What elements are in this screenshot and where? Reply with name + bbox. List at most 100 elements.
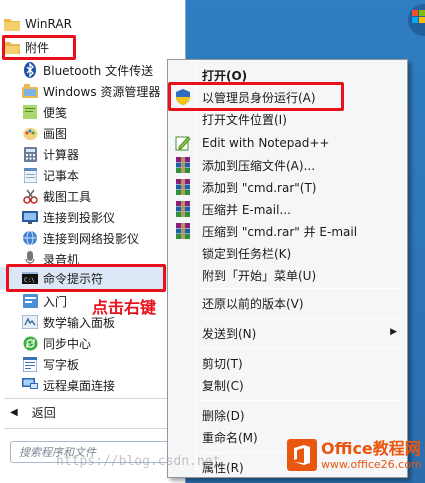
menu-item-cut[interactable]: 剪切(T) — [170, 352, 405, 374]
list-item-label: 连接到投影仪 — [43, 210, 116, 225]
wordpad-icon — [22, 356, 38, 372]
menu-item-label: 压缩到 "cmd.rar" 并 E-mail — [202, 224, 358, 239]
menu-item-label: 发送到(N) — [202, 326, 257, 341]
menu-item-pin-taskbar[interactable]: 锁定到任务栏(K) — [170, 242, 405, 264]
list-item-label: 记事本 — [43, 168, 80, 183]
menu-divider — [200, 348, 403, 349]
folder-winrar[interactable]: WinRAR — [0, 13, 186, 35]
list-item-calculator[interactable]: 计算器 — [0, 143, 186, 165]
watermark-url: https://blog.csdn.net — [56, 454, 221, 469]
menu-item-compress-email[interactable]: 压缩并 E-mail... — [170, 198, 405, 220]
menu-item-delete[interactable]: 删除(D) — [170, 404, 405, 426]
menu-item-run-as-admin[interactable]: 以管理员身份运行(A) — [170, 86, 405, 108]
menu-item-label: 还原以前的版本(V) — [202, 296, 304, 311]
list-item-label: 远程桌面连接 — [43, 378, 116, 393]
paint-icon — [22, 125, 38, 141]
start-menu-programs-pane: WinRAR 附件 Bluetooth 文件传送 Windows 资源管理器 便… — [0, 0, 186, 483]
menu-item-open-location[interactable]: 打开文件位置(I) — [170, 108, 405, 130]
list-item-remote-desktop[interactable]: 远程桌面连接 — [0, 374, 186, 396]
menu-item-label: 添加到压缩文件(A)... — [202, 158, 316, 173]
menu-item-restore-versions[interactable]: 还原以前的版本(V) — [170, 292, 405, 314]
list-item-explorer[interactable]: Windows 资源管理器 — [0, 80, 186, 102]
list-item-snipping-tool[interactable]: 截图工具 — [0, 185, 186, 207]
list-item-paint[interactable]: 画图 — [0, 122, 186, 144]
list-item-label: 入门 — [43, 294, 68, 309]
menu-item-send-to[interactable]: 发送到(N) ▶ — [170, 322, 405, 344]
list-item-label: 同步中心 — [43, 336, 92, 351]
notepad-icon — [22, 167, 38, 183]
snipping-tool-icon — [22, 188, 38, 204]
menu-item-open[interactable]: 打开(O) — [170, 64, 405, 86]
annotation-text: 点击右键 — [92, 298, 157, 317]
winrar-icon — [170, 220, 196, 242]
list-item-label: 计算器 — [43, 147, 80, 162]
folder-accessories[interactable]: 附件 — [0, 36, 186, 58]
menu-item-pin-start[interactable]: 附到「开始」菜单(U) — [170, 264, 405, 286]
list-item-label: 命令提示符 — [43, 271, 104, 286]
list-item-sticky-notes[interactable]: 便笺 — [0, 101, 186, 123]
context-menu: 打开(O) 以管理员身份运行(A) 打开文件位置(I) Edit with No… — [167, 59, 408, 478]
menu-divider — [200, 318, 403, 319]
menu-item-label: 打开(O) — [202, 68, 248, 83]
cmd-icon: C:\ — [22, 270, 38, 286]
menu-item-label: 删除(D) — [202, 408, 245, 423]
back-button[interactable]: ◀ 返回 — [0, 401, 186, 423]
watermark-brand-line2: www.office26.com — [321, 457, 422, 471]
calculator-icon — [22, 146, 38, 162]
list-item-label: 录音机 — [43, 252, 80, 267]
menu-item-edit-notepadpp[interactable]: Edit with Notepad++ — [170, 132, 405, 154]
list-item-label: 写字板 — [43, 357, 80, 372]
winrar-icon — [170, 176, 196, 198]
winrar-icon — [170, 198, 196, 220]
network-projector-icon — [22, 230, 38, 246]
office-logo-icon — [287, 439, 317, 471]
list-item-projector[interactable]: 连接到投影仪 — [0, 206, 186, 228]
menu-item-label: 复制(C) — [202, 378, 244, 393]
divider — [4, 398, 182, 399]
menu-item-label: 剪切(T) — [202, 356, 243, 371]
list-item-cmd[interactable]: C:\ 命令提示符 — [0, 267, 186, 289]
menu-item-label: 压缩并 E-mail... — [202, 202, 291, 217]
menu-item-label: 附到「开始」菜单(U) — [202, 268, 317, 283]
folder-open-icon — [4, 39, 20, 55]
watermark-logo: Office教程网 www.office26.com — [287, 432, 423, 478]
list-item-wordpad[interactable]: 写字板 — [0, 353, 186, 375]
folder-label: WinRAR — [25, 17, 72, 31]
menu-item-copy[interactable]: 复制(C) — [170, 374, 405, 396]
list-item-label: 便笺 — [43, 105, 68, 120]
menu-item-label: 以管理员身份运行(A) — [202, 90, 316, 105]
submenu-arrow-icon: ▶ — [390, 327, 397, 337]
back-label: 返回 — [31, 405, 56, 420]
sound-recorder-icon — [22, 251, 38, 267]
windows-orb-icon — [408, 4, 425, 36]
menu-item-label: Edit with Notepad++ — [202, 136, 330, 150]
triangle-left-icon: ◀ — [10, 406, 18, 418]
list-item-sync-center[interactable]: 同步中心 — [0, 332, 186, 354]
menu-item-add-to-archive[interactable]: 添加到压缩文件(A)... — [170, 154, 405, 176]
sync-center-icon — [22, 335, 38, 351]
math-input-icon — [22, 314, 38, 330]
winrar-icon — [170, 154, 196, 176]
remote-desktop-icon — [22, 377, 38, 393]
list-item-label: 连接到网络投影仪 — [43, 231, 140, 246]
list-item-label: 截图工具 — [43, 189, 92, 204]
list-item-bluetooth[interactable]: Bluetooth 文件传送 — [0, 59, 186, 81]
menu-divider — [200, 400, 403, 401]
list-item-label: Bluetooth 文件传送 — [43, 63, 154, 78]
explorer-icon — [22, 83, 38, 99]
menu-item-label: 锁定到任务栏(K) — [202, 246, 292, 261]
menu-item-label: 打开文件位置(I) — [202, 112, 287, 127]
menu-item-compress-cmd-rar-email[interactable]: 压缩到 "cmd.rar" 并 E-mail — [170, 220, 405, 242]
menu-item-label: 重命名(M) — [202, 430, 258, 445]
getting-started-icon — [22, 293, 38, 309]
divider — [4, 428, 182, 429]
projector-icon — [22, 209, 38, 225]
watermark-brand-line1: Office教程网 — [321, 438, 421, 458]
sticky-notes-icon — [22, 104, 38, 120]
list-item-notepad[interactable]: 记事本 — [0, 164, 186, 186]
list-item-network-projector[interactable]: 连接到网络投影仪 — [0, 227, 186, 249]
menu-item-label: 添加到 "cmd.rar"(T) — [202, 180, 317, 195]
bluetooth-icon — [22, 62, 38, 78]
list-item-label: 画图 — [43, 126, 68, 141]
menu-item-add-to-cmd-rar[interactable]: 添加到 "cmd.rar"(T) — [170, 176, 405, 198]
